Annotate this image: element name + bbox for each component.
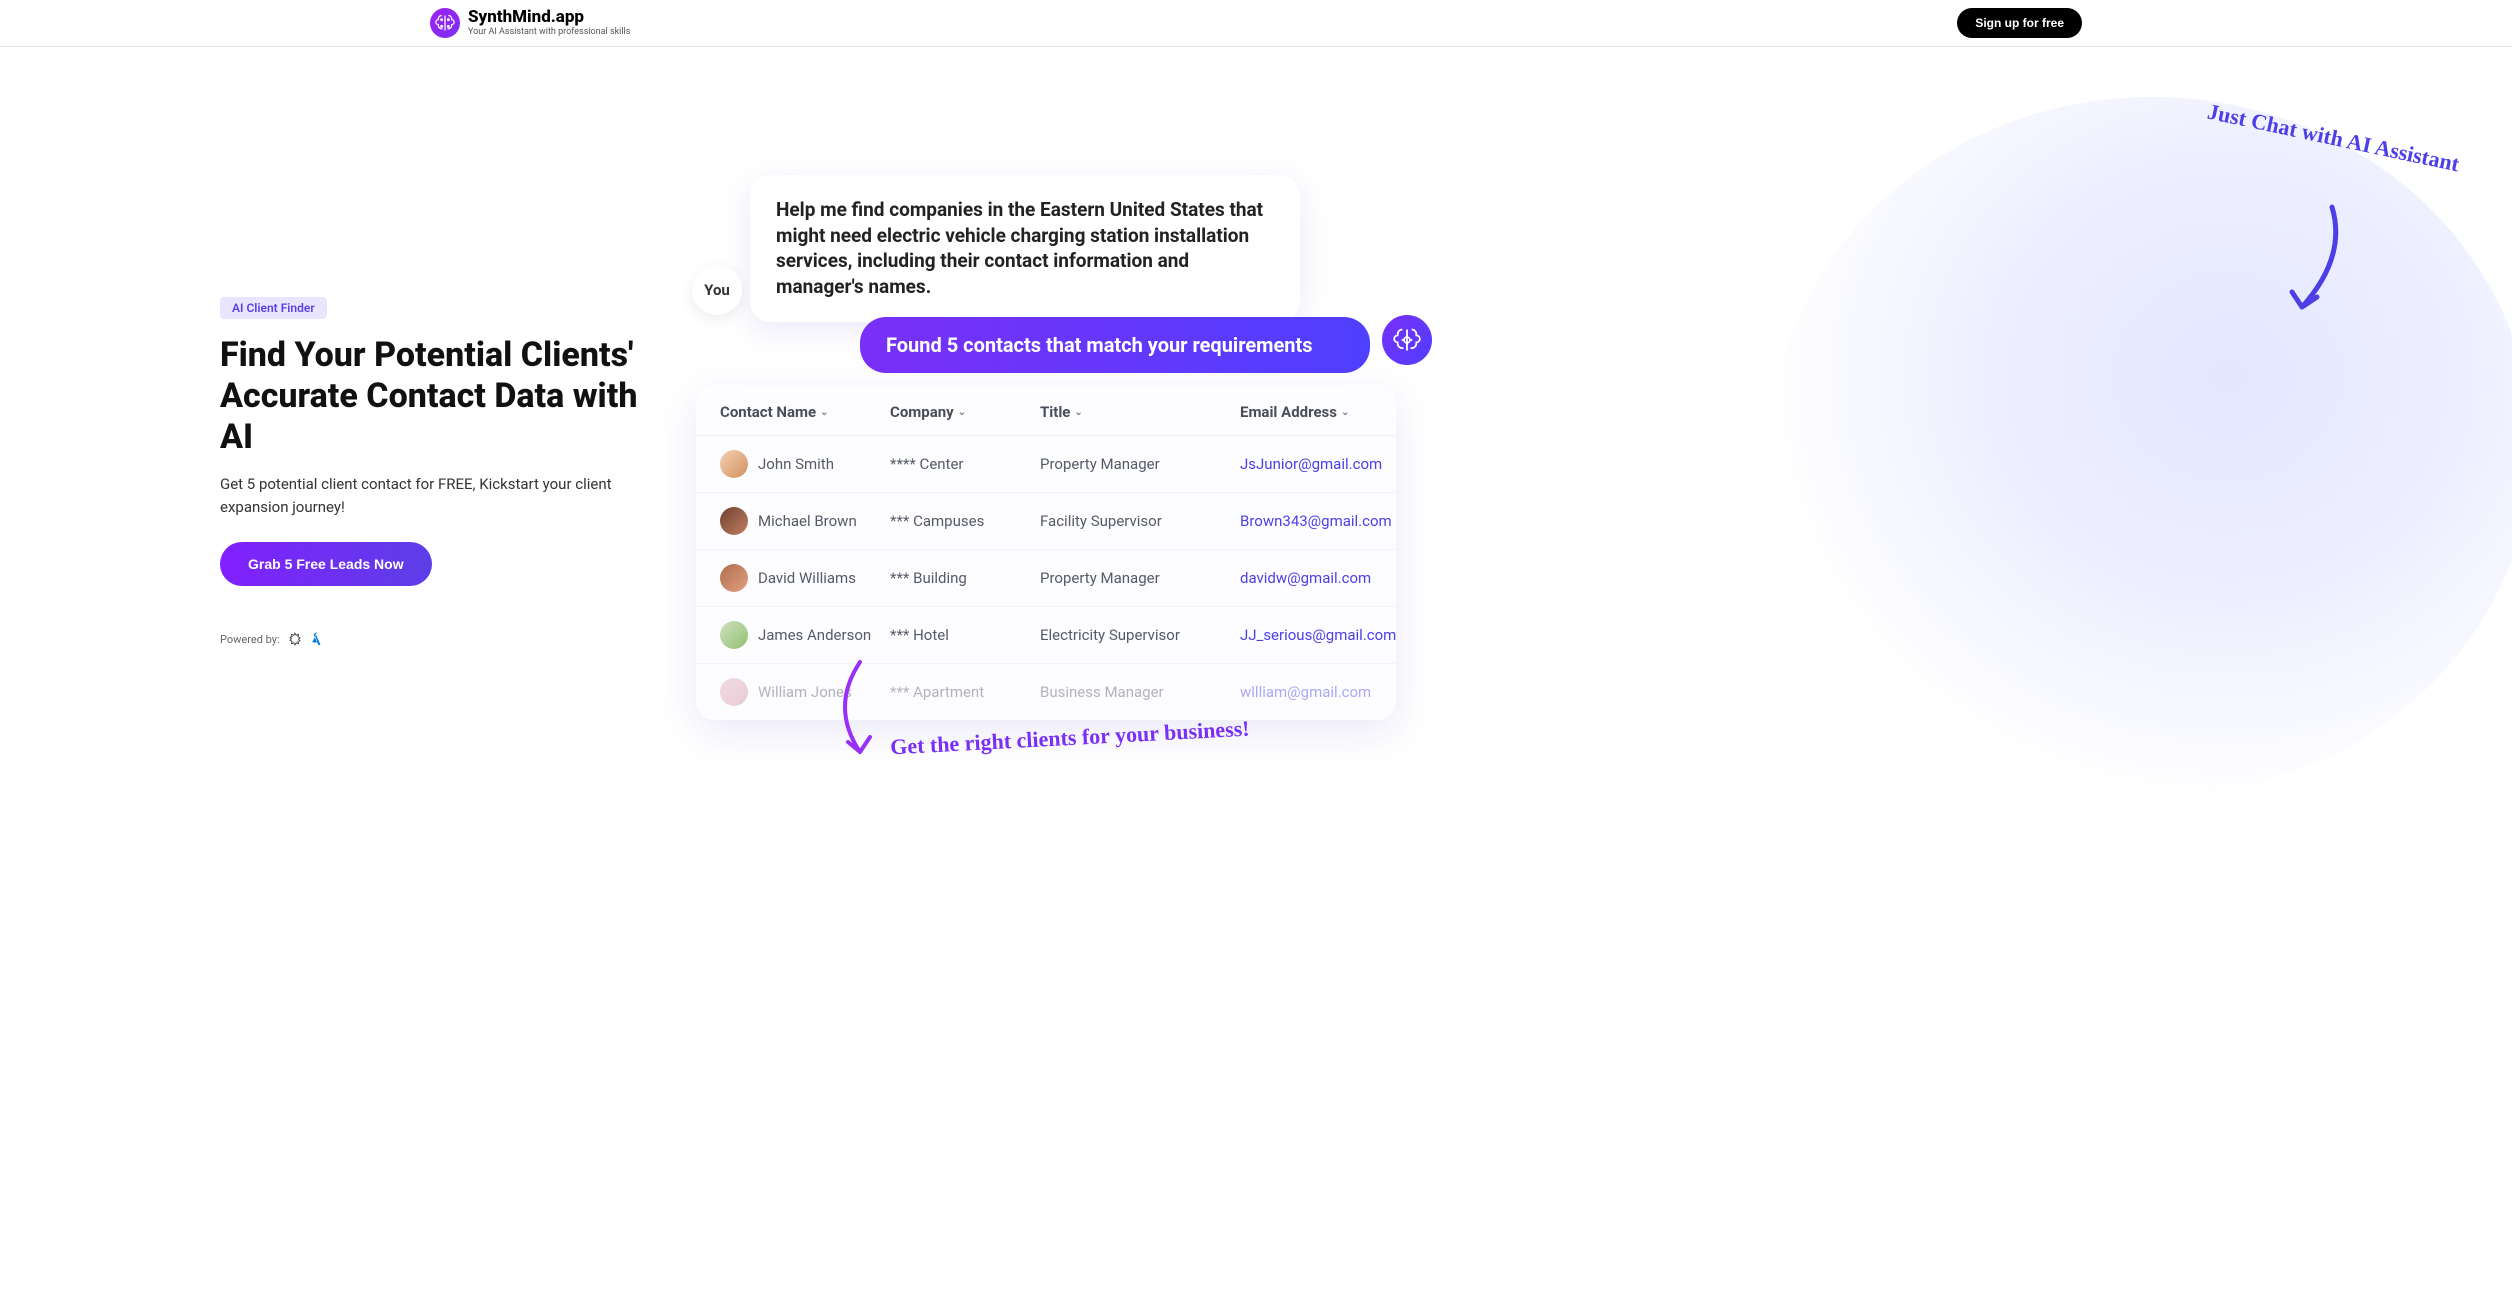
th-email[interactable]: Email Address⌄ (1240, 403, 1372, 421)
chevron-down-icon: ⌄ (1074, 407, 1082, 418)
cta-button[interactable]: Grab 5 Free Leads Now (220, 542, 432, 586)
openai-icon (288, 632, 302, 646)
logo-subtitle: Your AI Assistant with professional skil… (468, 28, 630, 37)
table-header-row: Contact Name⌄ Company⌄ Title⌄ Email Addr… (696, 385, 1396, 436)
user-message-bubble: Help me find companies in the Eastern Un… (750, 175, 1300, 322)
avatar (720, 678, 748, 706)
table-row[interactable]: James Anderson *** Hotel Electricity Sup… (696, 607, 1396, 664)
background-blob (1772, 97, 2512, 797)
table-row[interactable]: William Jones *** Apartment Business Man… (696, 664, 1396, 720)
hero-subtext: Get 5 potential client contact for FREE,… (220, 473, 640, 518)
arrow-bottom-icon (820, 657, 890, 767)
powered-by: Powered by: (220, 632, 640, 646)
user-message-text: Help me find companies in the Eastern Un… (776, 197, 1274, 300)
avatar (720, 564, 748, 592)
table-row[interactable]: Michael Brown *** Campuses Facility Supe… (696, 493, 1396, 550)
chevron-down-icon: ⌄ (958, 407, 966, 418)
table-row[interactable]: David Williams *** Building Property Man… (696, 550, 1396, 607)
avatar (720, 450, 748, 478)
table-row[interactable]: John Smith **** Center Property Manager … (696, 436, 1396, 493)
main-content: AI Client Finder Find Your Potential Cli… (0, 47, 2512, 837)
brain-icon (430, 8, 460, 38)
logo[interactable]: SynthMind.app Your AI Assistant with pro… (430, 8, 630, 38)
ai-message-bubble: Found 5 contacts that match your require… (860, 317, 1370, 373)
hero-headline: Find Your Potential Clients' Accurate Co… (220, 335, 640, 457)
ai-avatar-icon (1382, 315, 1432, 365)
hero-left: AI Client Finder Find Your Potential Cli… (220, 97, 640, 797)
results-table: Contact Name⌄ Company⌄ Title⌄ Email Addr… (696, 385, 1396, 720)
site-header: SynthMind.app Your AI Assistant with pro… (0, 0, 2512, 47)
avatar (720, 621, 748, 649)
chevron-down-icon: ⌄ (1341, 407, 1349, 418)
product-badge: AI Client Finder (220, 297, 327, 319)
you-avatar: You (692, 265, 742, 315)
chevron-down-icon: ⌄ (820, 407, 828, 418)
powered-label: Powered by: (220, 633, 280, 646)
hero-illustration: Just Chat with AI Assistant Help me find… (680, 97, 2472, 797)
th-company[interactable]: Company⌄ (890, 403, 1040, 421)
logo-title: SynthMind.app (468, 9, 630, 26)
annotation-results: Get the right clients for your business! (890, 716, 1251, 761)
azure-icon (310, 632, 324, 646)
th-contact-name[interactable]: Contact Name⌄ (720, 403, 890, 421)
arrow-top-icon (2262, 197, 2352, 327)
th-title[interactable]: Title⌄ (1040, 403, 1240, 421)
avatar (720, 507, 748, 535)
signup-button[interactable]: Sign up for free (1957, 8, 2082, 38)
